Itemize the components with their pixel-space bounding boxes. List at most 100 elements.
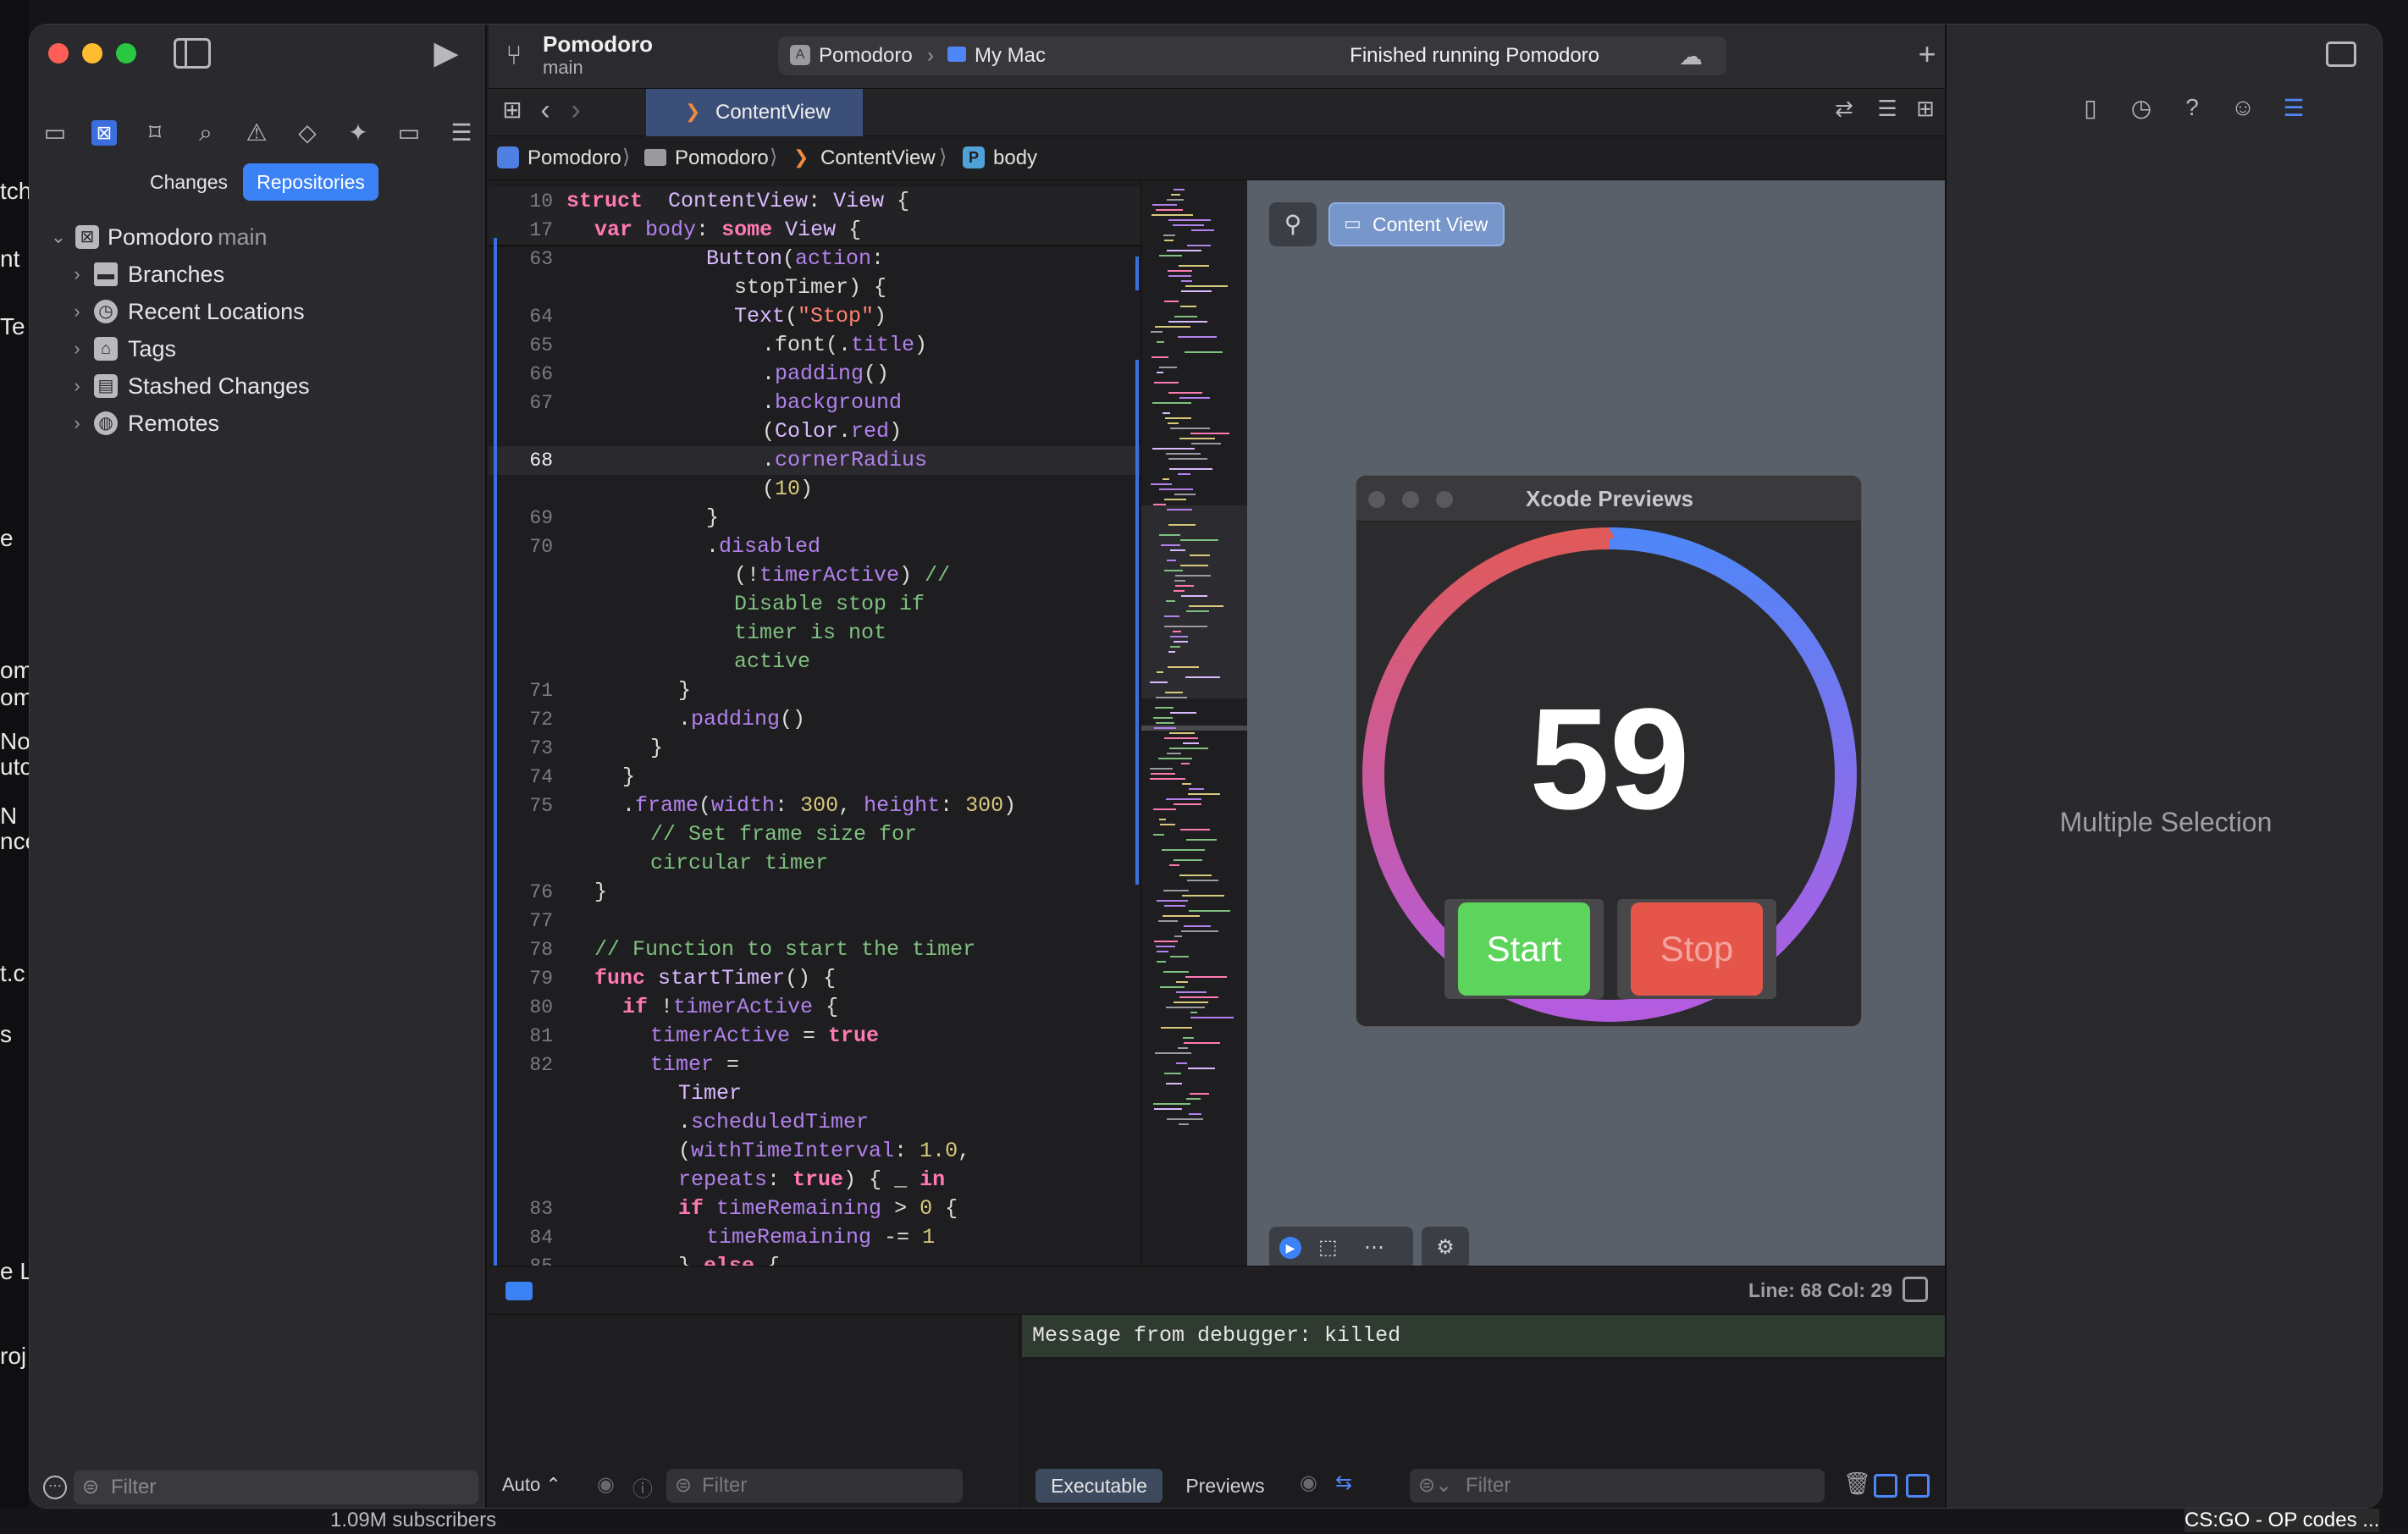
variables-filter-input[interactable]: ⊜ Filter — [666, 1469, 963, 1503]
minimize-window-button[interactable] — [82, 43, 102, 63]
code-line[interactable]: 72 .padding() — [489, 705, 1140, 734]
start-button[interactable]: Start — [1458, 902, 1590, 996]
breadcrumb-item-file[interactable]: ContentView — [820, 146, 936, 170]
chevron-right-icon[interactable]: › — [67, 368, 87, 404]
repo-row-pomodoro[interactable]: ⌄ ⊠ Pomodoro main — [30, 219, 487, 255]
live-preview-icon[interactable]: ▶ — [1279, 1237, 1301, 1259]
attributes-inspector-icon[interactable]: ☰ — [2278, 94, 2309, 128]
add-icon[interactable]: + — [1914, 36, 1940, 74]
code-editor[interactable]: 10 struct ContentView: View {17 var body: … — [489, 180, 1140, 1266]
show-console-icon[interactable] — [1906, 1474, 1930, 1498]
search-icon[interactable]: ⌕ — [189, 116, 223, 150]
code-line[interactable]: 82 timer = — [489, 1051, 1140, 1079]
debug-icon[interactable]: ✦ — [341, 116, 375, 150]
sidebar-item-recent-locations[interactable]: › ◷ Recent Locations — [30, 294, 487, 329]
eye-icon[interactable]: ◉ — [1300, 1471, 1317, 1495]
chevron-right-icon[interactable]: › — [67, 331, 87, 367]
breakpoints-toggle-icon[interactable] — [505, 1282, 533, 1300]
code-line[interactable]: 76} — [489, 878, 1140, 907]
test-icon[interactable]: ◇ — [290, 116, 324, 150]
breadcrumb-item-group[interactable]: Pomodoro — [675, 146, 769, 170]
breadcrumb-item-symbol[interactable]: body — [993, 146, 1037, 170]
code-line[interactable]: 67 .background — [489, 389, 1140, 417]
code-line[interactable]: (Color.red) — [489, 417, 1140, 446]
warning-icon[interactable]: ⚠ — [240, 116, 273, 150]
code-line[interactable]: .scheduledTimer — [489, 1108, 1140, 1137]
code-line[interactable]: 68 .cornerRadius — [489, 446, 1140, 475]
code-line[interactable]: 85} else { — [489, 1252, 1140, 1266]
breadcrumb-item-project[interactable]: Pomodoro — [527, 146, 621, 170]
accessibility-icon[interactable]: ☺ — [2228, 94, 2258, 128]
zoom-window-button[interactable] — [116, 43, 136, 63]
code-line[interactable]: 71} — [489, 676, 1140, 705]
code-line[interactable]: 17 var body: some View { — [489, 216, 1140, 245]
console-tab-executable[interactable]: Executable — [1036, 1469, 1163, 1503]
add-editor-icon[interactable]: ⊞ — [1911, 96, 1940, 130]
code-line[interactable]: stopTimer) { — [489, 273, 1140, 302]
history-icon[interactable]: ◷ — [2126, 94, 2157, 128]
info-icon[interactable]: ⓘ — [632, 1472, 653, 1502]
variants-icon[interactable]: ⋯ — [1364, 1235, 1384, 1260]
more-options-icon[interactable]: ⋯ — [43, 1476, 67, 1499]
destination-selector[interactable]: My Mac — [975, 44, 1046, 68]
console-tab-previews[interactable]: Previews — [1174, 1469, 1276, 1503]
help-icon[interactable]: ? — [2177, 94, 2207, 128]
code-line[interactable]: 64 Text("Stop") — [489, 302, 1140, 331]
folder-icon[interactable]: ▭ — [38, 116, 72, 150]
forward-icon[interactable]: › — [563, 94, 588, 128]
minimap[interactable] — [1140, 180, 1248, 1266]
code-line[interactable]: 77 — [489, 907, 1140, 935]
code-line[interactable]: 10 struct ContentView: View { — [489, 187, 1140, 216]
grid-icon[interactable]: ⊞ — [497, 96, 527, 130]
code-line[interactable]: 83 if timeRemaining > 0 { — [489, 1195, 1140, 1223]
code-line[interactable]: 69} — [489, 504, 1140, 532]
sidebar-item-tags[interactable]: › ⌂ Tags — [30, 331, 487, 367]
swap-icon[interactable]: ⇄ — [1830, 96, 1858, 130]
sidebar-item-branches[interactable]: › ▬ Branches — [30, 257, 487, 292]
code-line[interactable]: 70 .disabled — [489, 532, 1140, 561]
chevron-right-icon[interactable]: › — [67, 257, 87, 292]
code-line[interactable]: circular timer — [489, 849, 1140, 878]
preview-selector-button[interactable]: ▭ Content View — [1328, 202, 1505, 246]
device-settings-icon[interactable]: ⚙ — [1422, 1227, 1469, 1269]
show-variables-icon[interactable] — [1874, 1474, 1897, 1498]
sidebar-filter-input[interactable]: ⊜ Filter — [74, 1471, 478, 1504]
code-line[interactable]: Timer — [489, 1079, 1140, 1108]
code-line[interactable]: active — [489, 648, 1140, 676]
filter-options-icon[interactable]: ⊜⌄ — [1418, 1469, 1452, 1503]
tab-contentview[interactable]: ❯ ContentView — [646, 89, 863, 136]
code-line[interactable]: 73} — [489, 734, 1140, 763]
sidebar-item-remotes[interactable]: › ◍ Remotes — [30, 406, 487, 441]
code-line[interactable]: // Set frame size for — [489, 820, 1140, 849]
stop-button[interactable]: Stop — [1631, 902, 1763, 996]
code-line[interactable]: Disable stop if — [489, 590, 1140, 619]
code-line[interactable]: 66 .padding() — [489, 360, 1140, 389]
source-control-icon[interactable]: ⊠ — [91, 120, 117, 146]
report-icon[interactable]: ☰ — [445, 116, 478, 150]
code-line[interactable]: 65 .font(.title) — [489, 331, 1140, 360]
code-line[interactable]: (!timerActive) // — [489, 561, 1140, 590]
close-window-button[interactable] — [48, 43, 69, 63]
code-line[interactable]: (withTimeInterval: 1.0, — [489, 1137, 1140, 1166]
code-line[interactable]: (10) — [489, 475, 1140, 504]
scheme-selector[interactable]: Pomodoro — [819, 44, 913, 68]
code-line[interactable]: 84 timeRemaining -= 1 — [489, 1223, 1140, 1252]
cloud-icon[interactable]: ☁ — [1679, 42, 1703, 70]
breakpoint-icon[interactable]: ▭ — [392, 116, 426, 150]
toggle-icon[interactable]: ⇆ — [1335, 1471, 1352, 1495]
pin-icon[interactable]: ⚲ — [1269, 202, 1317, 246]
inspector-toggle-icon[interactable] — [2326, 41, 2356, 67]
trash-icon[interactable]: 🗑 — [1843, 1471, 1871, 1497]
code-line[interactable]: 81 timerActive = true — [489, 1022, 1140, 1051]
sidebar-toggle-icon[interactable] — [174, 38, 211, 69]
chevron-right-icon[interactable]: › — [67, 406, 87, 441]
select-mode-icon[interactable]: ⬚ — [1318, 1235, 1338, 1260]
run-button[interactable]: ▶ — [428, 33, 465, 74]
segment-changes[interactable]: Changes — [140, 163, 238, 201]
chevron-right-icon[interactable]: › — [67, 294, 87, 329]
variables-scope-select[interactable]: Auto ⌃ — [502, 1474, 561, 1496]
back-icon[interactable]: ‹ — [533, 94, 558, 128]
editor-options-icon[interactable]: ☰ — [1870, 96, 1904, 130]
code-line[interactable]: 80 if !timerActive { — [489, 993, 1140, 1022]
code-line[interactable]: 75 .frame(width: 300, height: 300) — [489, 792, 1140, 820]
